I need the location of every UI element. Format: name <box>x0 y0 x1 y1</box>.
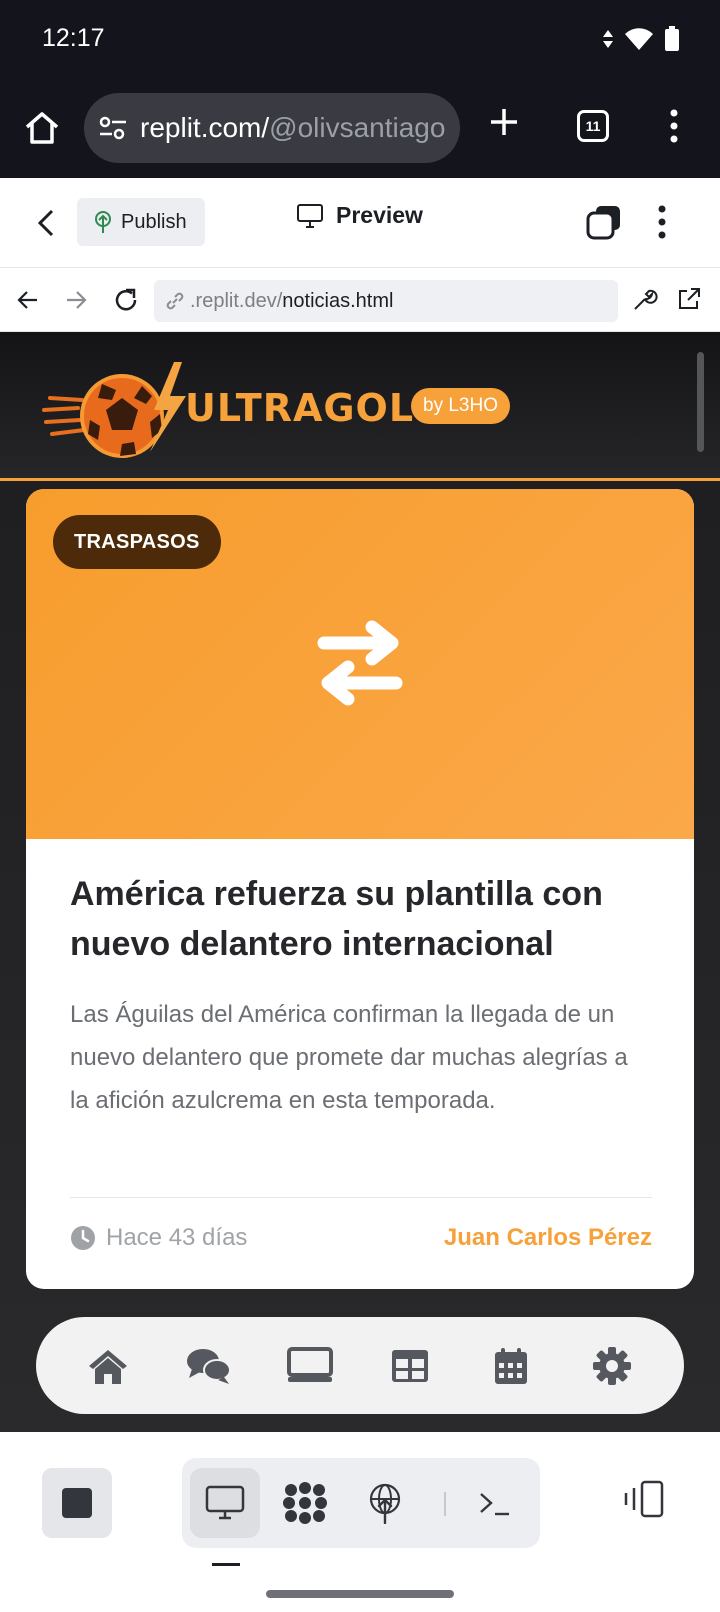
preview-label: Preview <box>336 202 423 228</box>
clock-icon <box>71 1226 95 1250</box>
more-vert-icon[interactable] <box>668 108 680 144</box>
card-hero: TRASPASOS <box>26 489 694 839</box>
article-summary: Las Águilas del América confirman la lle… <box>70 1001 628 1114</box>
gesture-home-bar[interactable] <box>266 1590 454 1598</box>
home-icon[interactable] <box>22 108 62 148</box>
article-headline[interactable]: América refuerza su plantilla con nuevo … <box>70 869 652 969</box>
preview-tab[interactable]: Preview <box>296 202 423 229</box>
preview-url-field[interactable]: .replit.dev/noticias.html <box>154 280 618 322</box>
preview-navbar: .replit.dev/noticias.html <box>0 268 720 332</box>
publish-label: Publish <box>121 210 187 233</box>
site-settings-icon[interactable] <box>98 115 128 141</box>
exchange-arrows-icon <box>317 620 403 706</box>
nav-standings[interactable] <box>380 1336 440 1396</box>
monitor-icon <box>205 1485 245 1520</box>
back-arrow-icon[interactable] <box>16 288 40 312</box>
active-tab-indicator <box>212 1563 240 1566</box>
address-bar[interactable]: replit.com/@olivsantiago <box>84 93 460 163</box>
tabs-icon[interactable] <box>586 204 622 240</box>
nav-settings[interactable] <box>582 1336 642 1396</box>
reload-icon[interactable] <box>112 286 140 314</box>
tool-shell[interactable] <box>460 1468 530 1538</box>
nav-live[interactable] <box>280 1336 340 1396</box>
article-time-text: Hace 43 días <box>106 1224 248 1251</box>
tool-preview[interactable] <box>190 1468 260 1538</box>
site-bottom-nav <box>36 1317 684 1414</box>
page-scrollbar[interactable] <box>697 352 704 452</box>
agent-icon <box>283 1482 327 1524</box>
news-card[interactable]: TRASPASOS América refuerza su plantilla … <box>26 489 694 1289</box>
preview-url-prefix: .replit.dev/ <box>190 289 283 312</box>
battery-icon <box>665 26 679 51</box>
comments-icon <box>186 1348 231 1384</box>
link-icon <box>166 292 184 310</box>
browser-toolbar: replit.com/@olivsantiago 11 <box>0 82 720 178</box>
replit-toolbar <box>0 1432 720 1612</box>
card-body: América refuerza su plantilla con nuevo … <box>70 869 652 1122</box>
publish-button[interactable]: Publish <box>77 198 205 246</box>
stop-icon <box>62 1488 92 1518</box>
more-vert-icon[interactable] <box>656 204 668 240</box>
article-time: Hace 43 días <box>70 1224 247 1252</box>
article-author[interactable]: Juan Carlos Pérez <box>444 1224 652 1252</box>
table-icon <box>392 1349 429 1382</box>
monitor-icon <box>297 203 323 228</box>
tool-separator <box>444 1492 446 1516</box>
settings-icon <box>592 1346 631 1385</box>
home-icon <box>89 1349 128 1384</box>
status-time: 12:17 <box>42 24 105 52</box>
globe-deploy-icon <box>369 1483 401 1524</box>
nav-calendar[interactable] <box>481 1336 541 1396</box>
tool-group <box>182 1458 540 1548</box>
tab-switcher-button[interactable]: 11 <box>577 110 609 142</box>
tool-deploy[interactable] <box>350 1468 420 1538</box>
desktop-icon <box>286 1346 333 1382</box>
device-switch-icon[interactable] <box>620 1480 664 1518</box>
address-text: replit.com/@olivsantiago <box>140 112 446 143</box>
card-divider <box>70 1197 652 1198</box>
publish-icon <box>95 211 111 233</box>
site-header: ULTRAGOL by L3HO <box>0 332 720 481</box>
wifi-icon <box>625 28 653 50</box>
stop-button[interactable] <box>42 1468 112 1538</box>
tool-agent[interactable] <box>270 1468 340 1538</box>
preview-url-path: noticias.html <box>282 289 394 312</box>
site-preview: ULTRAGOL by L3HO TRASPASOS América refue… <box>0 332 720 1432</box>
author-badge: by L3HO <box>411 388 510 424</box>
chevron-left-icon[interactable] <box>36 208 56 238</box>
logo-text: ULTRAGOL <box>185 386 415 430</box>
open-external-icon[interactable] <box>676 286 702 312</box>
nav-home[interactable] <box>78 1336 138 1396</box>
calendar-icon <box>494 1347 527 1384</box>
category-tag: TRASPASOS <box>53 515 221 569</box>
new-tab-icon[interactable] <box>488 106 520 138</box>
replit-header: Publish Preview <box>0 178 720 268</box>
forward-arrow-icon[interactable] <box>64 288 88 312</box>
wrench-icon[interactable] <box>632 286 658 312</box>
status-bar: 12:17 <box>0 0 720 82</box>
status-icons <box>602 26 680 52</box>
tab-count: 11 <box>585 118 601 134</box>
data-arrows-icon <box>603 30 613 48</box>
nav-forum[interactable] <box>179 1336 239 1396</box>
terminal-icon <box>480 1493 509 1516</box>
